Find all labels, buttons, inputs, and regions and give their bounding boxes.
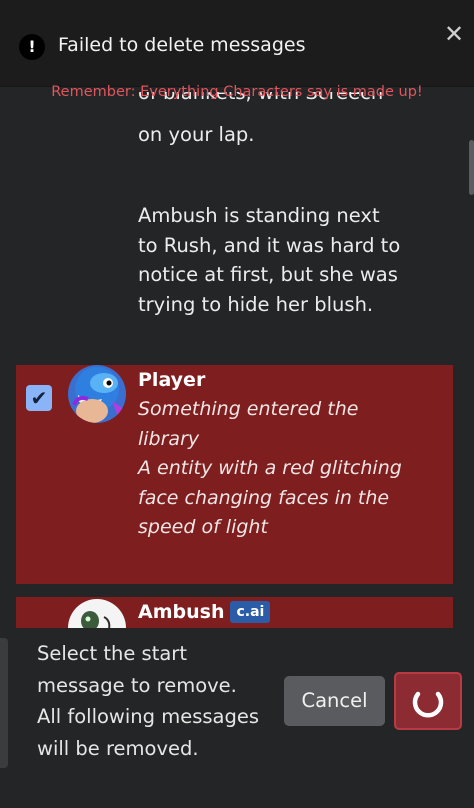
exclamation-icon: ! xyxy=(19,34,45,60)
instruction-line: Select the start xyxy=(37,642,187,665)
drawer-handle xyxy=(0,638,8,768)
message-line: speed of light xyxy=(138,516,268,538)
delete-selection-bar: Select the start message to remove. All … xyxy=(0,628,474,808)
message-body: Something entered the library A entity w… xyxy=(138,395,408,543)
instruction-line: will be removed. xyxy=(37,736,199,760)
message-text-line: to Rush, and it was hard to xyxy=(138,234,401,257)
message-line: library xyxy=(138,427,200,450)
message-text-line: Ambush is standing next xyxy=(138,204,380,227)
spinner-icon xyxy=(412,691,444,718)
message-line: A entity with a red glitching xyxy=(138,457,402,479)
message-author-name: Ambush c.ai xyxy=(138,601,271,623)
message-checkbox[interactable]: ✔ xyxy=(26,385,52,411)
scrollbar-thumb[interactable] xyxy=(469,140,474,195)
cai-badge: c.ai xyxy=(230,601,271,623)
message-text-line: on your lap. xyxy=(138,123,255,146)
avatar xyxy=(68,365,126,423)
delete-instructions: Select the start message to remove. All … xyxy=(37,638,277,764)
message-author-name: Player xyxy=(138,369,206,391)
close-icon[interactable]: ✕ xyxy=(444,20,464,48)
cancel-button[interactable]: Cancel xyxy=(284,676,385,726)
confirm-delete-button[interactable] xyxy=(394,672,462,730)
error-toast: ! Failed to delete messages ✕ Remember: … xyxy=(0,0,474,100)
message-row-player[interactable]: ✔ Player Something entered the library A… xyxy=(16,365,453,584)
message-line: Something entered the xyxy=(138,398,359,420)
message-text-line: notice at first, but she was xyxy=(138,263,398,286)
toast-message: Failed to delete messages xyxy=(58,34,306,56)
message-text-line: trying to hide her blush. xyxy=(138,293,374,316)
message-line: face changing faces in the xyxy=(138,486,390,509)
instruction-line: All following messages xyxy=(37,705,260,728)
instruction-line: message to remove. xyxy=(37,673,237,697)
disclaimer-text: Remember: Everything Characters say is m… xyxy=(51,84,423,100)
